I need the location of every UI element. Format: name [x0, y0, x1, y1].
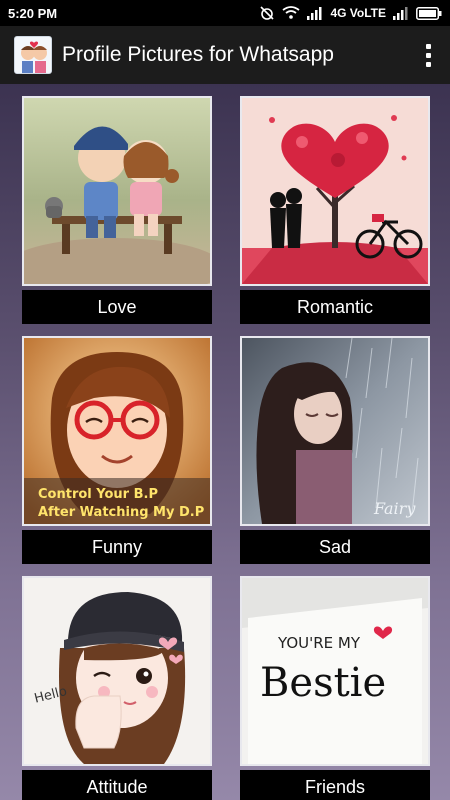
- friends-thumb-text-line1: YOU'RE MY: [277, 634, 361, 652]
- funny-thumb-text-line2: After Watching My D.P: [38, 505, 204, 520]
- sad-thumbnail[interactable]: Fairy: [240, 336, 430, 526]
- funny-thumb-text-line1: Control Your B.P: [38, 487, 158, 502]
- status-time: 5:20 PM: [8, 5, 58, 21]
- romantic-thumbnail[interactable]: [240, 96, 430, 286]
- status-bar: 5:20 PM 4G VoLTE: [0, 0, 450, 26]
- more-vert-icon[interactable]: [416, 35, 440, 75]
- category-grid: Love Romantic Control Your B.P After Wat…: [0, 84, 450, 800]
- category-label-sad[interactable]: Sad: [240, 530, 430, 564]
- category-label-romantic[interactable]: Romantic: [240, 290, 430, 324]
- sad-thumb-text: Fairy: [373, 499, 416, 518]
- friends-thumbnail[interactable]: YOU'RE MY Bestie: [240, 576, 430, 766]
- friends-thumb-text-line2: Bestie: [260, 660, 386, 706]
- app-bar: Profile Pictures for Whatsapp: [0, 26, 450, 84]
- battery-icon: [416, 6, 442, 20]
- category-label-love[interactable]: Love: [22, 290, 212, 324]
- alarm-off-icon: [260, 6, 275, 20]
- app-logo-icon: [14, 36, 52, 74]
- category-label-friends[interactable]: Friends: [240, 770, 430, 800]
- network-type: 4G VoLTE: [330, 6, 386, 20]
- funny-thumbnail[interactable]: Control Your B.P After Watching My D.P: [22, 336, 212, 526]
- attitude-thumbnail[interactable]: Hello: [22, 576, 212, 766]
- love-thumbnail[interactable]: [22, 96, 212, 286]
- status-icons: 4G VoLTE: [259, 5, 442, 21]
- page-title: Profile Pictures for Whatsapp: [62, 43, 334, 66]
- category-label-attitude[interactable]: Attitude: [22, 770, 212, 800]
- wifi-icon: [282, 6, 300, 19]
- category-label-funny[interactable]: Funny: [22, 530, 212, 564]
- signal-icon: [307, 6, 322, 20]
- signal-icon-2: [393, 6, 408, 20]
